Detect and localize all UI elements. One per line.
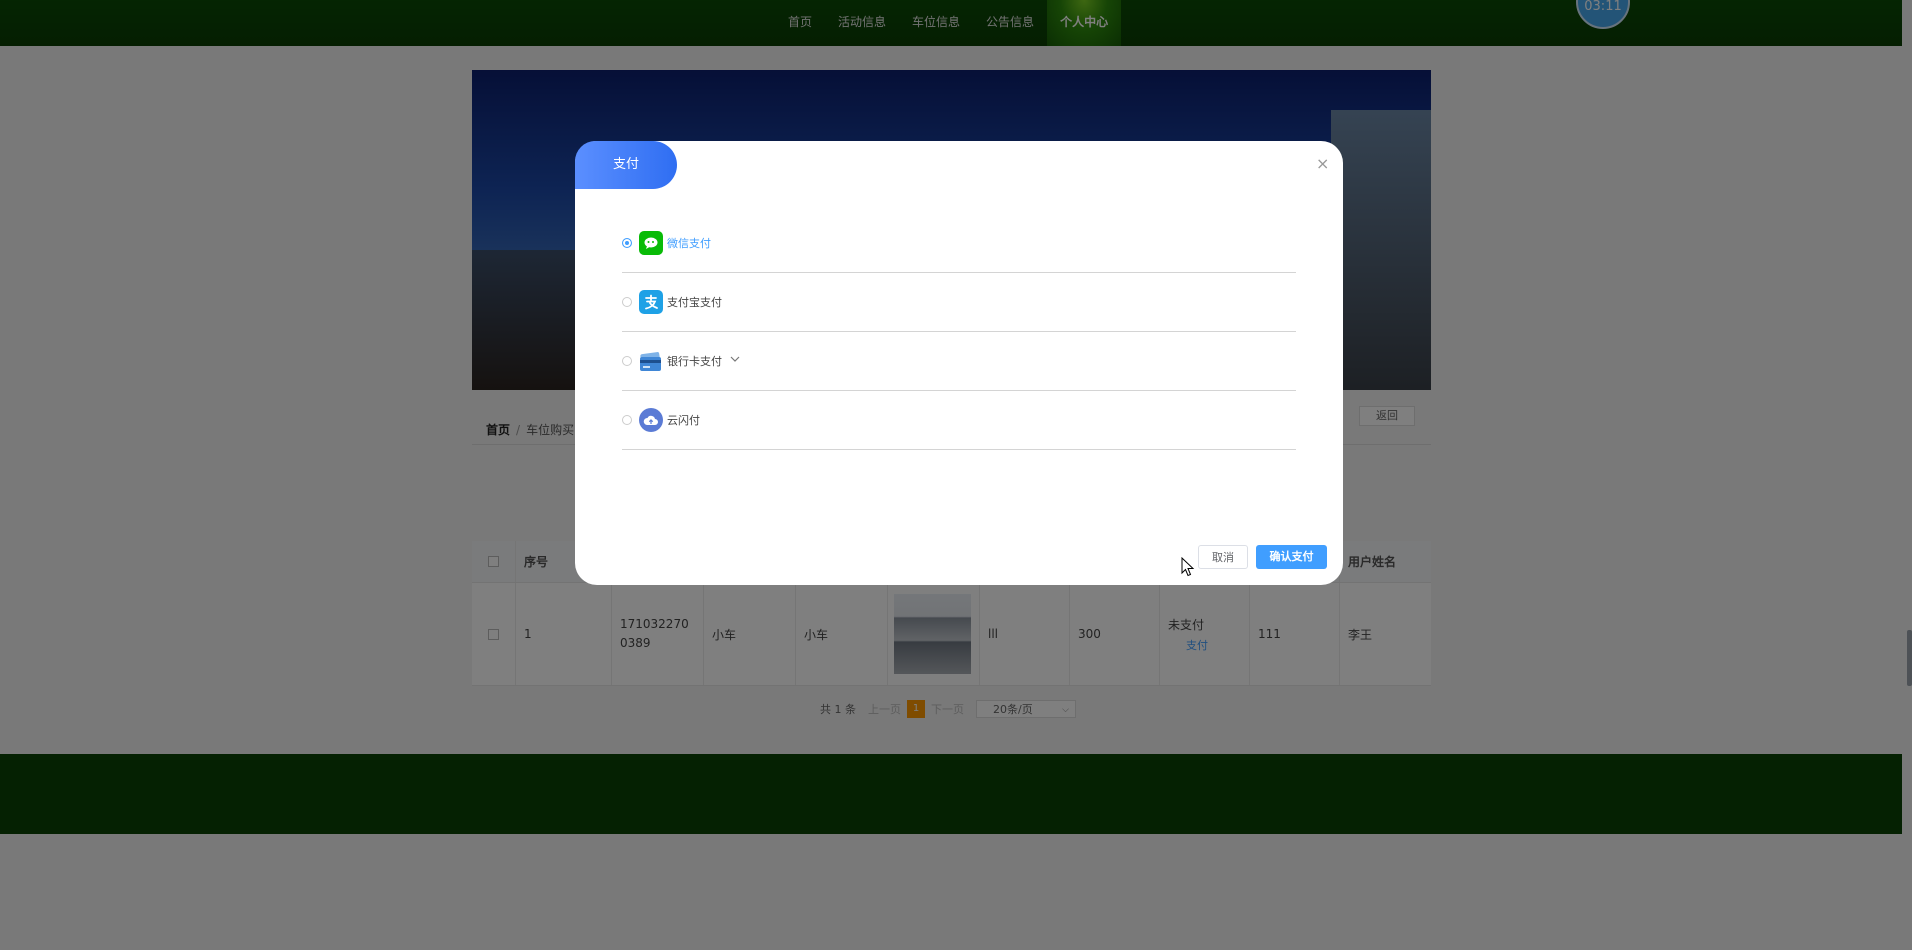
radio-bank-card[interactable] bbox=[622, 356, 632, 366]
mouse-cursor-icon bbox=[1181, 556, 1195, 581]
radio-wechat[interactable] bbox=[622, 238, 632, 248]
radio-alipay[interactable] bbox=[622, 297, 632, 307]
unionpay-cloud-icon bbox=[639, 408, 663, 432]
dialog-title: 支付 bbox=[575, 141, 677, 189]
close-icon[interactable]: × bbox=[1316, 154, 1329, 173]
cancel-button[interactable]: 取消 bbox=[1198, 545, 1248, 569]
payment-option-bank-card[interactable]: 银行卡支付 bbox=[622, 332, 1296, 391]
chevron-down-icon[interactable] bbox=[730, 356, 740, 366]
payment-options: 微信支付 支付宝支付 银行卡支付 云闪付 bbox=[622, 214, 1296, 450]
bank-card-icon bbox=[639, 349, 663, 373]
option-label-alipay: 支付宝支付 bbox=[667, 296, 722, 309]
option-label-cloud-pay: 云闪付 bbox=[667, 414, 700, 427]
option-label-wechat: 微信支付 bbox=[667, 237, 711, 250]
payment-option-wechat[interactable]: 微信支付 bbox=[622, 214, 1296, 273]
wechat-pay-icon bbox=[639, 231, 663, 255]
option-label-bank-card: 银行卡支付 bbox=[667, 355, 722, 368]
confirm-pay-button[interactable]: 确认支付 bbox=[1256, 545, 1327, 569]
payment-option-cloud-pay[interactable]: 云闪付 bbox=[622, 391, 1296, 450]
alipay-icon bbox=[639, 290, 663, 314]
radio-cloud-pay[interactable] bbox=[622, 415, 632, 425]
payment-option-alipay[interactable]: 支付宝支付 bbox=[622, 273, 1296, 332]
payment-dialog: 支付 × 微信支付 支付宝支付 银行卡支付 云闪付 取消 确认支付 bbox=[575, 141, 1343, 585]
